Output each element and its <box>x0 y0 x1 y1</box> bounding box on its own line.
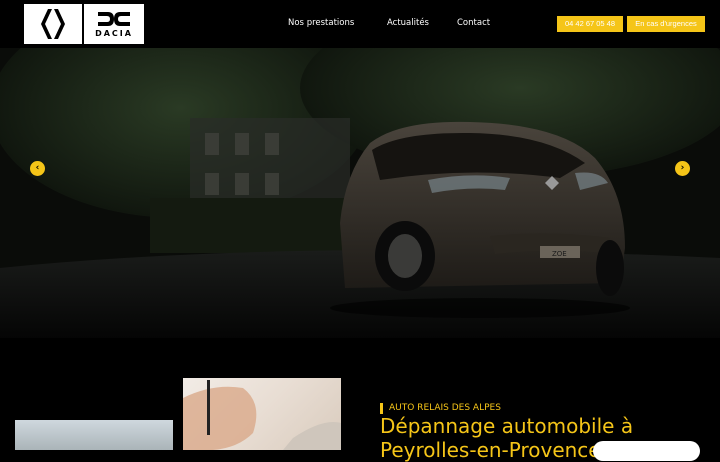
hero-car-image: ZOE <box>0 48 720 338</box>
nav-prestations[interactable]: Nos prestations <box>288 18 354 28</box>
nav-actualites[interactable]: Actualités <box>387 18 429 28</box>
renault-logo[interactable] <box>24 4 82 44</box>
nav-contact[interactable]: Contact <box>457 18 490 28</box>
urgent-button[interactable]: En cas d'urgences <box>627 16 705 32</box>
slider-next-arrow[interactable]: › <box>675 161 690 176</box>
dacia-logo[interactable]: DACIA <box>84 4 144 44</box>
phone-button[interactable]: 04 42 67 05 48 <box>557 16 623 32</box>
service-photo-2 <box>183 378 341 450</box>
dacia-wordmark: DACIA <box>95 29 133 38</box>
dacia-emblem-icon <box>98 12 130 26</box>
chat-widget[interactable] <box>593 441 700 461</box>
zoe-badge-text: ZOE <box>552 250 567 258</box>
slider-prev-arrow[interactable]: ‹ <box>30 161 45 176</box>
mechanic-hand-image <box>183 380 341 450</box>
hero-slider: ZOE ‹ › <box>0 48 720 338</box>
renault-diamond-icon <box>41 9 65 39</box>
service-photo-1 <box>15 420 173 450</box>
site-header: DACIA Nos prestations Actualités Contact… <box>0 0 720 48</box>
intro-kicker: AUTO RELAIS DES ALPES <box>380 403 501 414</box>
